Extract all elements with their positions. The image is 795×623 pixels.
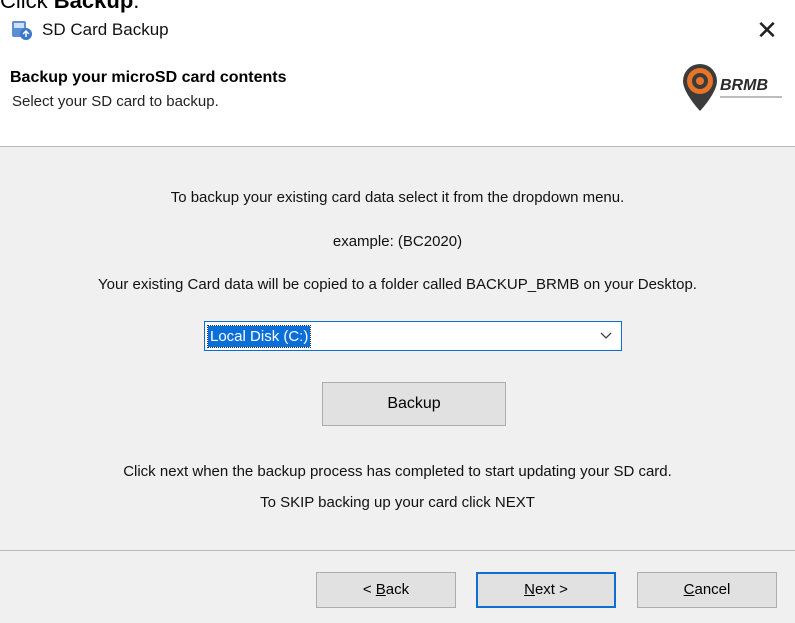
back-button[interactable]: < Back — [316, 572, 456, 608]
cancel-button[interactable]: Cancel — [637, 572, 777, 608]
instruction-line-1: To backup your existing card data select… — [170, 189, 625, 206]
wizard-header: Backup your microSD card contents Select… — [0, 56, 795, 146]
chevron-down-icon — [600, 332, 612, 339]
dropdown-selected-value: Local Disk (C:) — [206, 325, 312, 348]
example-line: example: (BC2020) — [332, 233, 463, 250]
skip-line: To SKIP backing up your card click NEXT — [260, 494, 535, 511]
backup-button[interactable]: Backup — [322, 382, 506, 426]
brmb-logo: BRMB — [683, 64, 782, 111]
instruction-line-3: Your existing Card data will be copied t… — [98, 276, 697, 293]
sd-card-dropdown[interactable]: Local Disk (C:) — [204, 321, 622, 351]
sd-card-backup-icon — [12, 21, 32, 40]
logo-text: BRMB — [720, 77, 768, 94]
window-title: SD Card Backup — [42, 20, 169, 39]
instruction-bold: Backup — [53, 0, 134, 13]
instruction-text: Click Backup. — [0, 0, 139, 16]
header-title: Backup your microSD card contents — [10, 69, 287, 86]
header-subtitle: Select your SD card to backup. — [12, 93, 219, 110]
close-icon: ✕ — [756, 15, 778, 45]
next-button[interactable]: Next > — [476, 572, 616, 608]
instruction-line-4: Click next when the backup process has c… — [123, 463, 672, 480]
close-button[interactable]: ✕ — [749, 12, 785, 48]
